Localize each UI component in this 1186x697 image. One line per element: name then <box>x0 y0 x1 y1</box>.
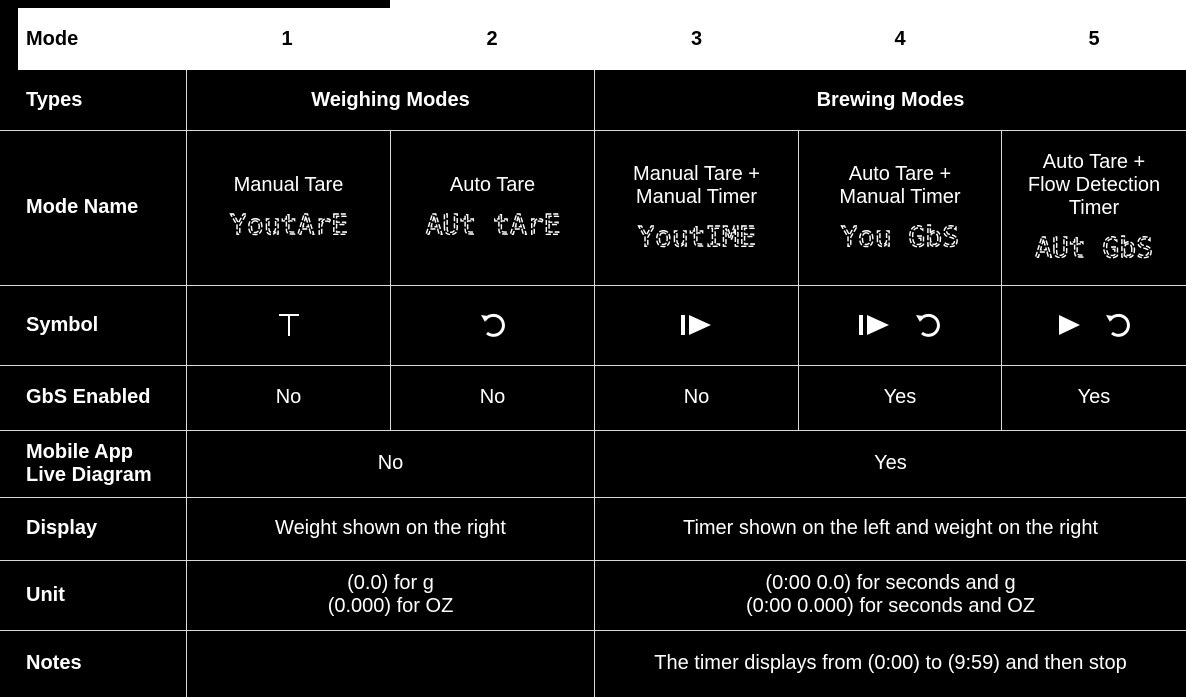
mode-name-cell-3: Manual Tare + Manual Timer YoutIME <box>595 130 798 285</box>
mode-name-text: Auto Tare <box>449 174 536 196</box>
brewing-modes-title: Brewing Modes <box>816 88 965 111</box>
svg-text:YoutArE: YoutArE <box>229 208 347 241</box>
notes-brewing-value: The timer displays from (0:00) to (9:59)… <box>654 652 1127 674</box>
mode-name-text: Manual Tare + <box>633 162 760 185</box>
lcd-display-youtime: YoutIME <box>637 219 756 253</box>
mode-name-text: Manual Timer <box>635 185 758 208</box>
symbol-cell-3 <box>595 285 798 365</box>
notes-label: Notes <box>26 652 82 674</box>
gbs-value-2: No <box>479 386 506 408</box>
circular-arrow-icon <box>1106 313 1130 337</box>
mode-name-label: Mode Name <box>26 196 139 218</box>
mobile-weighing-value: No <box>377 452 404 474</box>
symbol-cell-2 <box>391 285 594 365</box>
mobile-brewing-value: Yes <box>874 452 907 474</box>
bar-play-icon <box>859 315 889 335</box>
lcd-display-autgbs: AUt GbS <box>1034 230 1153 264</box>
unit-brewing-value: (0:00 0.0) for seconds and g (0:00 0.000… <box>595 560 1186 630</box>
mode-header-label: Mode <box>26 27 79 50</box>
unit-line: (0:00 0.0) for seconds and g <box>765 572 1016 594</box>
mode-2-header: 2 <box>486 27 498 50</box>
mode-5-header: 5 <box>1088 27 1100 50</box>
unit-line: (0.0) for g <box>347 572 434 594</box>
unit-weighing-value: (0.0) for g (0.000) for OZ <box>187 560 594 630</box>
svg-text:AUt tArE: AUt tArE <box>425 208 560 241</box>
lcd-display-yougbs: You GbS <box>840 219 959 253</box>
mode-name-cell-1: Manual Tare YoutArE <box>187 130 390 285</box>
mode-1-header: 1 <box>281 27 293 50</box>
notes-weighing-value <box>187 630 594 697</box>
bar-play-icon <box>680 315 711 335</box>
symbol-cell-4 <box>799 285 1001 365</box>
circular-arrow-icon <box>916 313 940 337</box>
lcd-display-youtare: YoutArE <box>229 207 348 241</box>
gbs-value-4: Yes <box>883 386 917 408</box>
mode-name-text: Manual Tare <box>233 174 344 196</box>
mode-name-cell-5: Auto Tare + Flow Detection Timer AUt GbS <box>1002 130 1186 285</box>
gbs-value-1: No <box>275 386 302 408</box>
svg-text:You GbS: You GbS <box>841 220 959 253</box>
mobile-app-label-line: Mobile App <box>26 440 134 463</box>
circular-arrow-icon <box>480 313 505 337</box>
gbs-value-5: Yes <box>1077 386 1111 408</box>
symbol-cell-5 <box>1002 285 1186 365</box>
mobile-app-label: Mobile App Live Diagram <box>26 430 152 497</box>
gbs-label: GbS Enabled <box>26 386 151 408</box>
types-label: Types <box>26 88 83 111</box>
svg-text:AUt GbS: AUt GbS <box>1035 231 1153 264</box>
lcd-display-auttare: AUt tArE <box>424 207 560 241</box>
unit-line: (0:00 0.000) for seconds and OZ <box>745 595 1036 617</box>
display-brewing-value: Timer shown on the left and weight on th… <box>682 517 1099 539</box>
symbol-cell-1 <box>187 285 390 365</box>
weighing-modes-title: Weighing Modes <box>311 88 470 111</box>
tare-t-icon <box>278 314 299 336</box>
mode-4-header: 4 <box>894 27 906 50</box>
play-icon <box>1059 315 1080 335</box>
mode-name-cell-4: Auto Tare + Manual Timer You GbS <box>799 130 1001 285</box>
unit-line: (0.000) for OZ <box>327 595 454 617</box>
mode-name-text: Manual Timer <box>839 185 961 208</box>
gbs-value-3: No <box>683 386 710 408</box>
svg-text:YoutIME: YoutIME <box>637 220 755 253</box>
mode-name-text: Auto Tare + <box>1042 151 1146 173</box>
mode-name-cell-2: Auto Tare AUt tArE <box>391 130 594 285</box>
display-label: Display <box>26 517 98 539</box>
mode-name-text: Timer <box>1068 197 1120 219</box>
mobile-app-label-line: Live Diagram <box>26 463 152 486</box>
mode-3-header: 3 <box>690 27 703 50</box>
symbol-label: Symbol <box>26 313 99 336</box>
display-weighing-value: Weight shown on the right <box>275 517 506 539</box>
mode-name-text: Auto Tare + <box>848 162 952 185</box>
unit-label: Unit <box>26 583 65 606</box>
mode-name-text: Flow Detection <box>1027 174 1161 196</box>
